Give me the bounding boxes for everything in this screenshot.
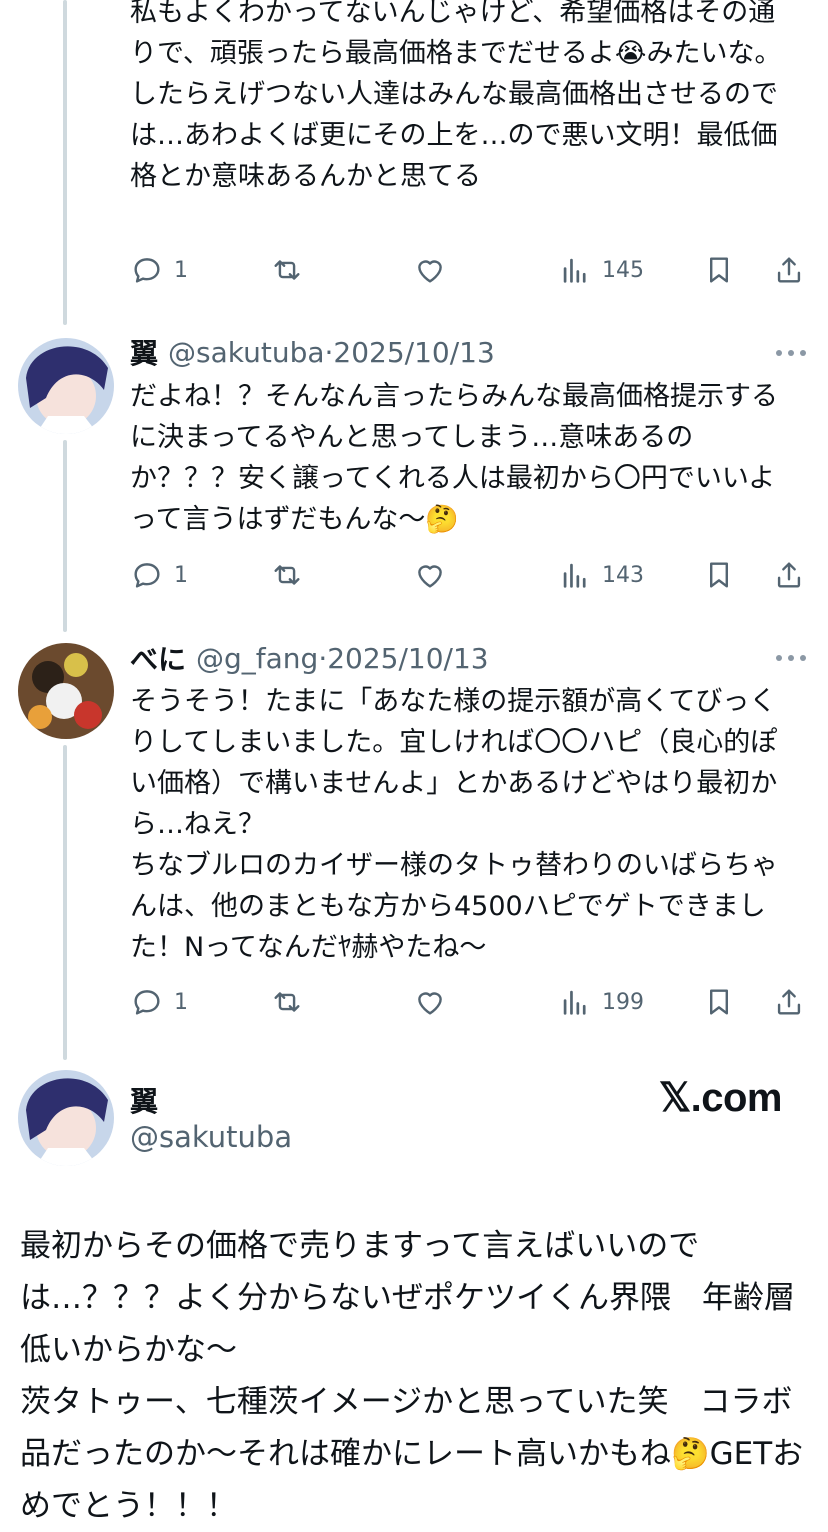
repost-button[interactable]	[270, 555, 304, 595]
tweet-actions: 1 143	[130, 555, 810, 595]
tweet-text: そうそう！たまに「あなた様の提示額が高くてびっくりしてしまいました。宜しければ〇…	[130, 686, 778, 963]
brand-logo: 𝕏.com	[658, 1076, 783, 1120]
views-icon	[563, 258, 586, 283]
display-name[interactable]: 翼	[130, 1080, 158, 1120]
more-options-button[interactable]	[776, 653, 806, 663]
share-icon	[777, 989, 801, 1015]
dot-icon	[776, 655, 782, 661]
reply-button[interactable]: 1	[130, 250, 188, 290]
views-count: 143	[602, 562, 644, 588]
thread-line	[63, 745, 67, 1060]
reply-count: 1	[174, 562, 188, 588]
handle[interactable]: @sakutuba	[130, 1120, 292, 1154]
bookmark-icon	[710, 257, 728, 283]
like-button[interactable]	[413, 250, 447, 290]
share-button[interactable]	[772, 555, 806, 595]
like-button[interactable]	[413, 982, 447, 1022]
avatar[interactable]	[18, 1070, 114, 1166]
dot-icon	[788, 655, 794, 661]
reply-icon	[134, 258, 160, 283]
tweet-header: べに @g_fang·2025/10/13	[130, 638, 489, 678]
reply-button[interactable]: 1	[130, 555, 188, 595]
share-button[interactable]	[772, 250, 806, 290]
display-name[interactable]: 翼	[130, 332, 158, 372]
views-count: 199	[602, 989, 644, 1015]
dot-icon	[788, 350, 794, 356]
bookmark-icon	[710, 989, 728, 1015]
bookmark-button[interactable]	[702, 555, 736, 595]
thread-line	[63, 440, 67, 632]
heart-icon	[418, 260, 442, 283]
repost-button[interactable]	[270, 982, 304, 1022]
more-options-button[interactable]	[776, 348, 806, 358]
bookmark-icon	[710, 562, 728, 588]
tweet-text: だよね！？そんなん言ったらみんな最高価格提示するに決まってるやんと思ってしまう……	[130, 381, 778, 535]
dot-icon	[776, 350, 782, 356]
avatar-image	[18, 1070, 114, 1166]
views-icon	[563, 990, 586, 1015]
dot-icon	[800, 350, 806, 356]
reply-count: 1	[174, 989, 188, 1015]
avatar[interactable]	[18, 338, 114, 434]
reply-button[interactable]: 1	[130, 982, 188, 1022]
repost-icon	[274, 992, 300, 1012]
repost-button[interactable]	[270, 250, 304, 290]
tweet-header: 翼 @sakutuba·2025/10/13	[130, 332, 495, 372]
handle-date[interactable]: @g_fang·2025/10/13	[196, 642, 489, 675]
reply-icon	[134, 990, 160, 1015]
repost-icon	[274, 565, 300, 585]
heart-icon	[418, 565, 442, 588]
bookmark-button[interactable]	[702, 982, 736, 1022]
reply-count: 1	[174, 257, 188, 283]
avatar-image	[18, 338, 114, 434]
views-button[interactable]: 199	[558, 982, 644, 1022]
avatar[interactable]	[18, 643, 114, 739]
tweet-actions: 1 199	[130, 982, 810, 1022]
share-icon	[777, 562, 801, 588]
display-name[interactable]: べに	[130, 638, 186, 678]
like-button[interactable]	[413, 555, 447, 595]
handle-date[interactable]: @sakutuba·2025/10/13	[168, 336, 495, 369]
bookmark-button[interactable]	[702, 250, 736, 290]
views-button[interactable]: 145	[558, 250, 644, 290]
views-count: 145	[602, 257, 644, 283]
views-icon	[563, 563, 586, 588]
views-button[interactable]: 143	[558, 555, 644, 595]
share-icon	[777, 257, 801, 283]
heart-icon	[418, 992, 442, 1015]
repost-icon	[274, 260, 300, 280]
tweet-actions: 1 145	[130, 250, 810, 290]
dot-icon	[800, 655, 806, 661]
main-tweet-text: 最初からその価格で売りますって言えばいいのでは…？？？よく分からないぜポケツイく…	[20, 1228, 804, 1524]
tweet-text: 私もよくわかってないんじゃけど、希望価格はその通りで、頑張ったら最高価格までだせ…	[130, 0, 782, 192]
avatar-image	[18, 643, 114, 739]
thread-line	[63, 0, 67, 325]
reply-icon	[134, 563, 160, 588]
share-button[interactable]	[772, 982, 806, 1022]
